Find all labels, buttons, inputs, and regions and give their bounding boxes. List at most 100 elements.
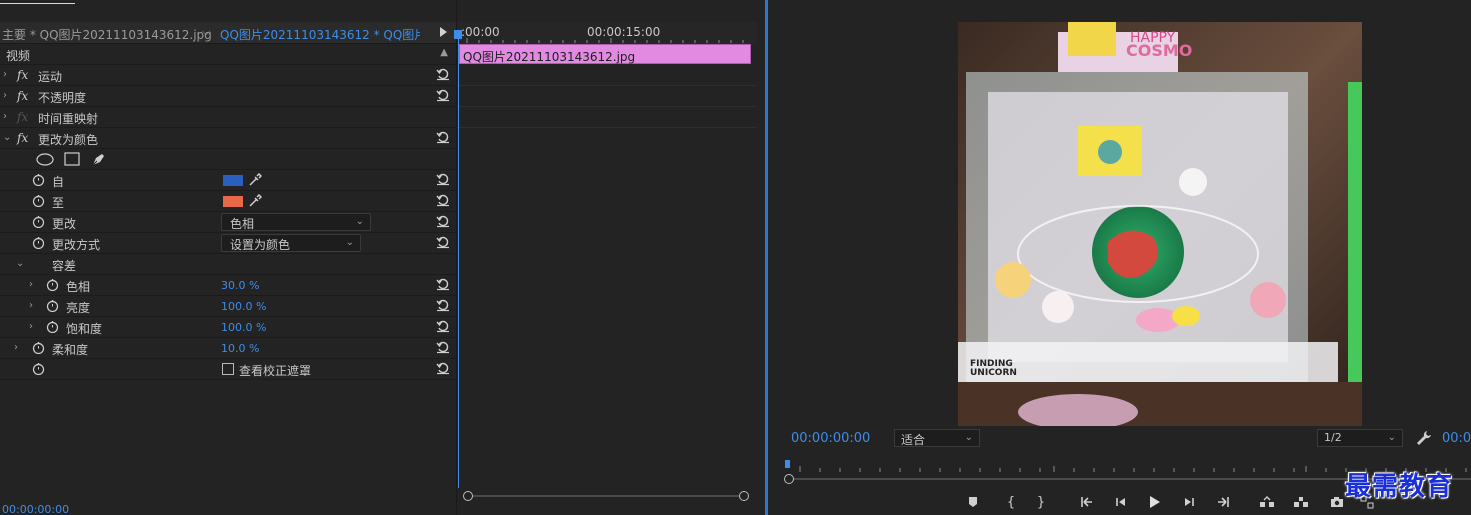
chevron-right-icon[interactable]: › (3, 90, 7, 101)
scrollbar-right-handle[interactable] (739, 491, 749, 501)
play-triangle-icon[interactable] (440, 27, 447, 37)
chevron-down-icon[interactable]: ⌵ (202, 25, 210, 39)
reset-icon[interactable] (436, 214, 450, 228)
chevron-down-icon[interactable]: ⌄ (16, 258, 24, 269)
program-timecode[interactable]: 00:00:00:00 (791, 431, 870, 446)
reset-icon[interactable] (436, 235, 450, 249)
ruler-ticks (466, 38, 744, 43)
ellipse-mask-icon[interactable] (36, 153, 54, 166)
step-back-icon[interactable] (1112, 493, 1130, 511)
go-to-in-icon[interactable] (1078, 493, 1096, 511)
stopwatch-icon[interactable] (46, 278, 59, 291)
effect-row-opacity[interactable]: › fx 不透明度 (0, 86, 456, 107)
stopwatch-icon[interactable] (32, 341, 45, 354)
chevron-down-icon: ⌄ (1387, 432, 1396, 443)
reset-icon[interactable] (436, 340, 450, 354)
reset-icon[interactable] (436, 361, 450, 375)
effect-name: 不透明度 (38, 91, 87, 105)
chevron-right-icon[interactable]: › (3, 111, 7, 122)
reset-icon[interactable] (436, 88, 450, 102)
from-color-swatch[interactable] (223, 175, 243, 186)
stopwatch-icon[interactable] (32, 194, 45, 207)
reset-icon[interactable] (436, 298, 450, 312)
softness-value[interactable]: 10.0 % (221, 342, 259, 355)
reset-icon[interactable] (436, 172, 450, 186)
stopwatch-icon[interactable] (32, 362, 45, 375)
effect-row-time-remap[interactable]: › fx 时间重映射 (0, 107, 456, 128)
step-forward-icon[interactable] (1180, 493, 1198, 511)
saturation-value[interactable]: 100.0 % (221, 321, 266, 334)
stopwatch-icon[interactable] (46, 299, 59, 312)
monitor-playhead[interactable] (785, 460, 790, 468)
param-label: 自 (52, 175, 65, 189)
pen-mask-icon[interactable] (91, 151, 107, 167)
change-by-dropdown[interactable]: 设置为颜色 ⌄ (221, 234, 361, 252)
reset-icon[interactable] (436, 67, 450, 81)
playhead-line[interactable] (458, 30, 459, 488)
param-row-from: 自 (0, 170, 456, 191)
stopwatch-icon[interactable] (32, 173, 45, 186)
eyedropper-icon[interactable] (248, 173, 262, 187)
playhead-handle[interactable] (454, 30, 462, 39)
to-color-swatch[interactable] (223, 196, 243, 207)
time-ruler[interactable]: :00:00 00:00:15:00 (457, 22, 757, 44)
fx-badge-icon: fx (17, 110, 29, 124)
timeline-clip[interactable]: QQ图片20211103143612.jpg (459, 44, 751, 64)
change-dropdown[interactable]: 色相 ⌄ (221, 213, 371, 231)
chevron-down-icon[interactable]: ⌄ (3, 132, 11, 143)
wrench-icon[interactable] (1416, 430, 1432, 446)
extract-icon[interactable] (1292, 493, 1310, 511)
view-mask-label: 查看校正遮罩 (239, 364, 312, 378)
transport-controls: { } (964, 493, 1394, 511)
fx-badge-icon[interactable]: fx (17, 131, 28, 145)
param-label: 更改 (52, 217, 77, 231)
add-marker-icon[interactable] (964, 493, 982, 511)
fx-badge-icon[interactable]: fx (17, 89, 28, 103)
eyedropper-icon[interactable] (248, 194, 262, 208)
reset-icon[interactable] (436, 319, 450, 333)
reset-icon[interactable] (436, 130, 450, 144)
scrollbar-track (467, 495, 747, 497)
fx-badge-icon[interactable]: fx (17, 68, 28, 82)
chevron-right-icon[interactable]: › (29, 300, 33, 311)
chevron-right-icon[interactable]: › (29, 279, 33, 290)
effect-row-motion[interactable]: › fx 运动 (0, 65, 456, 86)
resolution-dropdown[interactable]: 1/2 ⌄ (1317, 429, 1403, 447)
param-label: 色相 (66, 280, 91, 294)
rectangle-mask-icon[interactable] (64, 152, 80, 166)
effect-controls-panel: 主要 * QQ图片20211103143612.jpg ⌵ QQ图片202111… (0, 0, 456, 515)
camera-icon[interactable] (1328, 493, 1346, 511)
effect-name: 更改为颜色 (38, 133, 99, 147)
param-row-tolerance[interactable]: ⌄ 容差 (0, 254, 456, 275)
stopwatch-icon[interactable] (32, 215, 45, 228)
chevron-right-icon[interactable]: › (3, 69, 7, 80)
footer-timecode[interactable]: 00:00:00:00 (2, 503, 69, 515)
chevron-right-icon[interactable]: › (29, 321, 33, 332)
scrollbar-left-handle[interactable] (463, 491, 473, 501)
stopwatch-icon[interactable] (46, 320, 59, 333)
lightness-value[interactable]: 100.0 % (221, 300, 266, 313)
sequence-clip-label[interactable]: QQ图片20211103143612 * QQ图片2... (220, 26, 420, 43)
timeline-zoom-scrollbar[interactable] (463, 491, 749, 501)
reset-icon[interactable] (436, 193, 450, 207)
mark-out-icon[interactable]: } (1032, 493, 1050, 511)
lift-icon[interactable] (1258, 493, 1276, 511)
fit-dropdown[interactable]: 适合 ⌄ (894, 429, 980, 447)
master-clip-label[interactable]: 主要 * QQ图片20211103143612.jpg (2, 26, 212, 43)
chevron-right-icon[interactable]: › (14, 342, 18, 353)
dropdown-value: 适合 (901, 433, 926, 447)
go-to-out-icon[interactable] (1214, 493, 1232, 511)
chevron-down-icon: ⌄ (355, 216, 364, 227)
scrollbar-left-handle[interactable] (784, 474, 794, 484)
mark-in-icon[interactable]: { (1002, 493, 1020, 511)
view-mask-checkbox[interactable] (222, 363, 234, 375)
collapse-up-icon[interactable]: ▲ (440, 47, 448, 58)
reset-icon[interactable] (436, 277, 450, 291)
track-line (457, 127, 757, 128)
effect-row-change-to-color[interactable]: ⌄ fx 更改为颜色 (0, 128, 456, 149)
play-icon[interactable] (1146, 493, 1164, 511)
hue-value[interactable]: 30.0 % (221, 279, 259, 292)
chevron-down-icon: ⌄ (345, 237, 354, 248)
duration-timecode[interactable]: 00:0 (1442, 431, 1471, 446)
stopwatch-icon[interactable] (32, 236, 45, 249)
